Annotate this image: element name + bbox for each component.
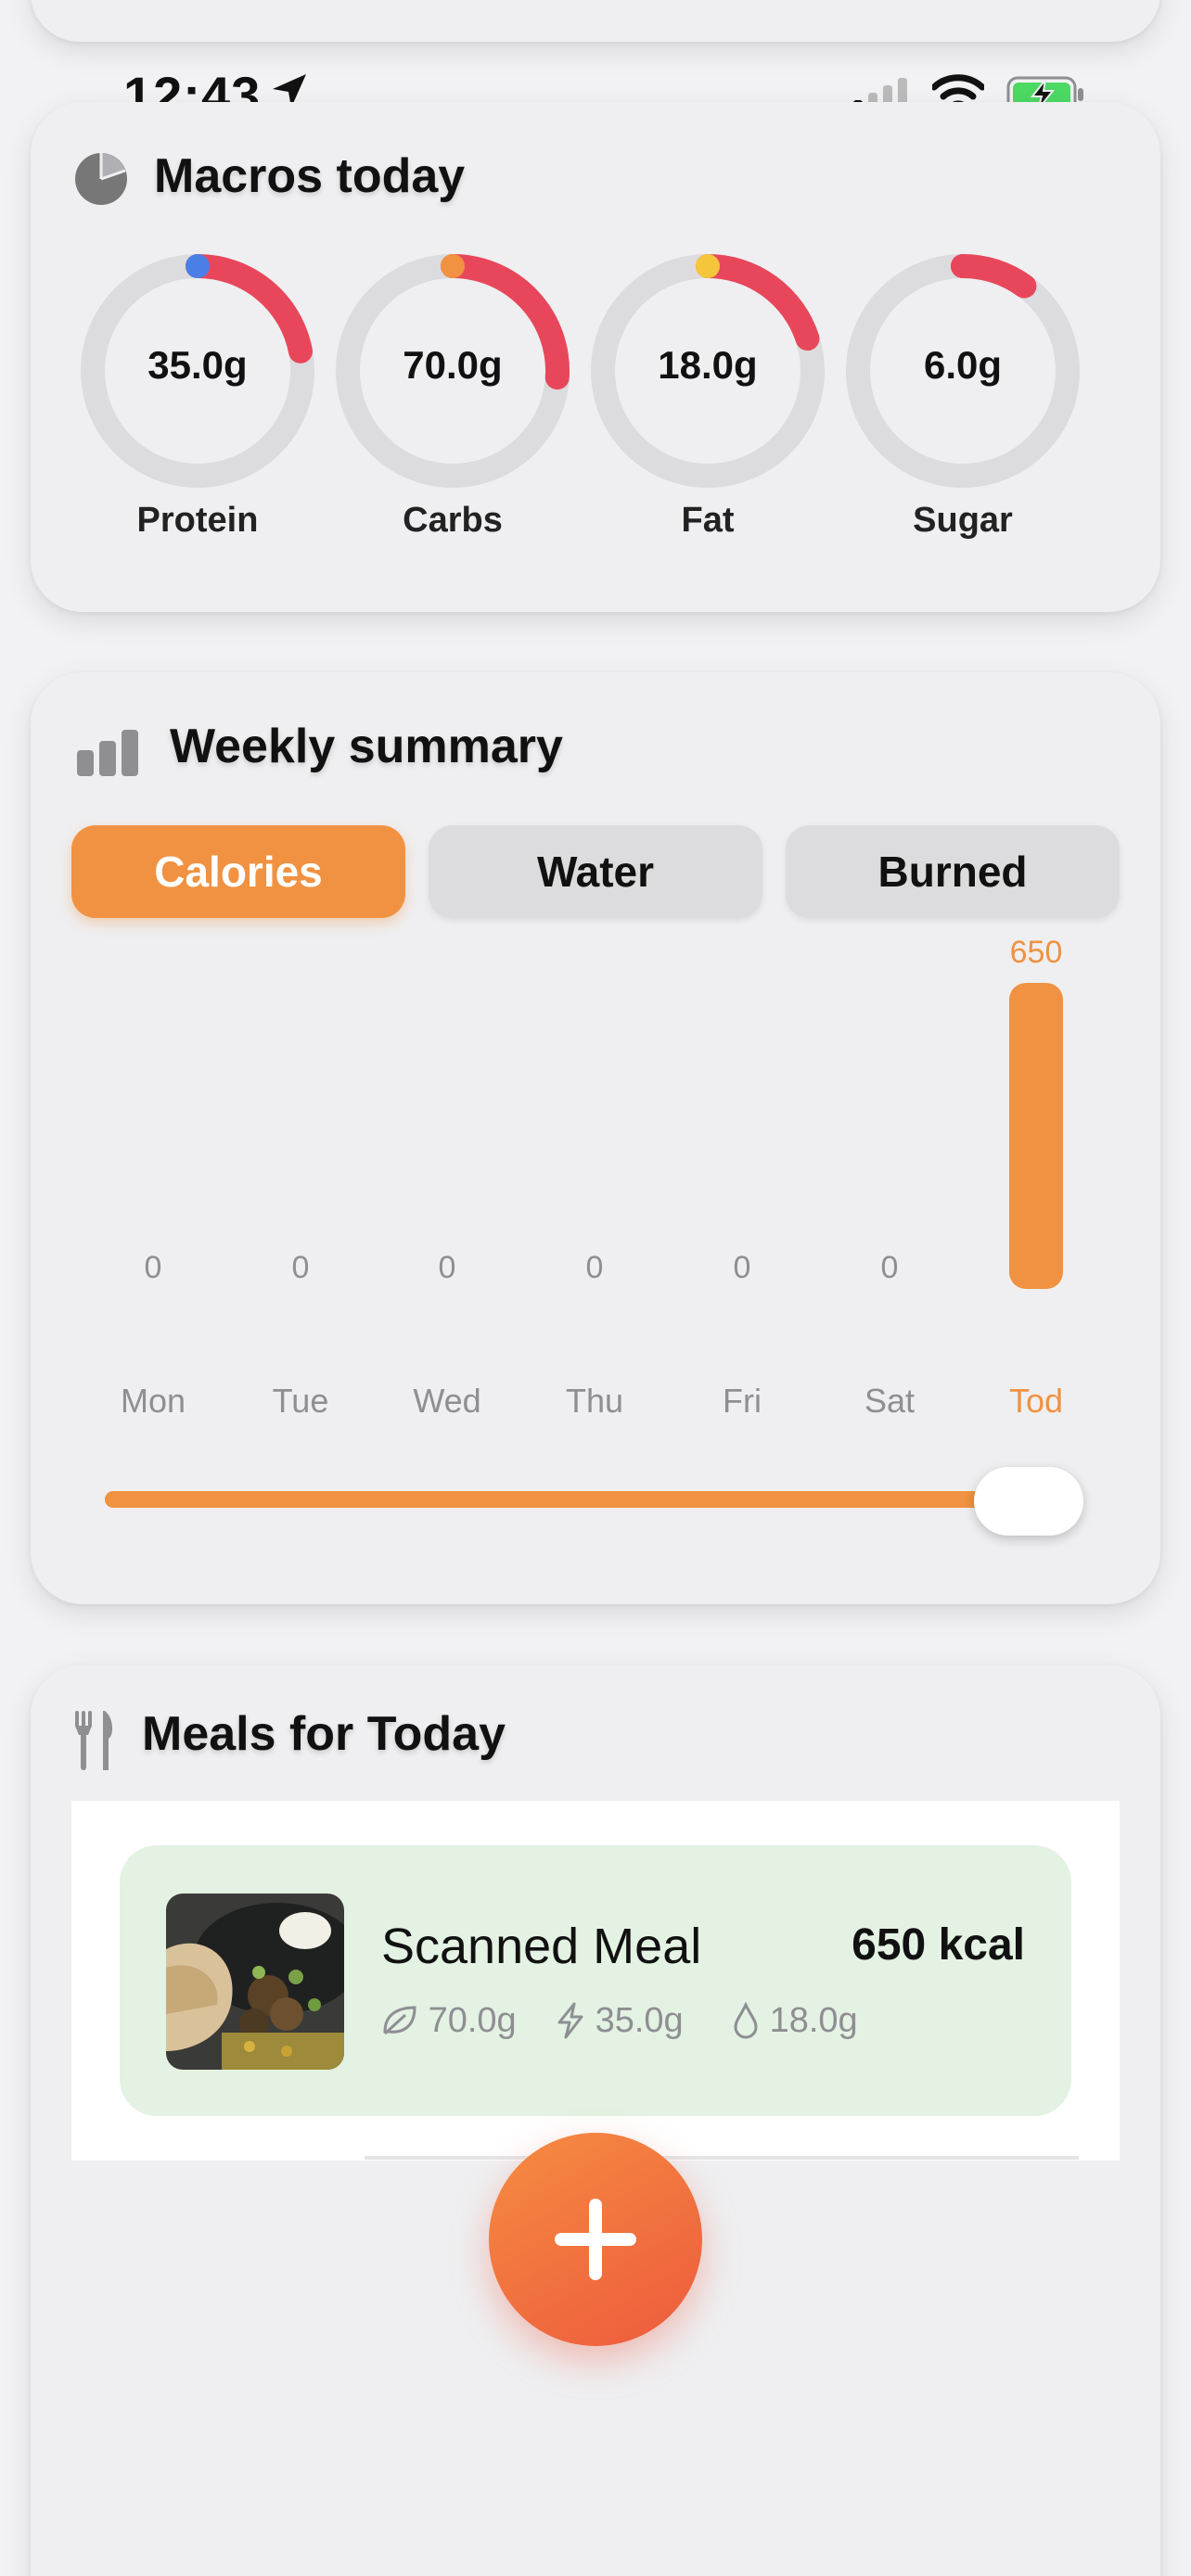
sugar-value: 6.0g	[923, 343, 1003, 387]
meal-fat-value: 18.0g	[769, 2001, 858, 2040]
fat-value: 18.0g	[658, 343, 758, 387]
protein-value: 35.0g	[147, 343, 248, 387]
meal-protein: 35.0g	[556, 2001, 684, 2041]
tab-burned[interactable]: Burned	[786, 825, 1120, 918]
carbs-value: 70.0g	[403, 343, 503, 387]
value-label-sat: 0	[881, 1250, 899, 1285]
add-meal-button[interactable]	[489, 2133, 702, 2346]
weekly-summary-card: Weekly summary Calories Water Burned 000…	[31, 672, 1160, 1604]
ring-start-cap	[441, 254, 465, 278]
value-label-tod: 650	[1010, 935, 1063, 970]
meal-carbs-value: 70.0g	[428, 2001, 517, 2040]
meal-divider	[365, 2156, 1079, 2160]
weekly-bar-chart: 0 0 0 0 0 0 650	[145, 935, 1063, 1289]
week-slider-track[interactable]	[105, 1491, 1032, 1508]
ring-start-cap	[186, 254, 210, 278]
day-label-today: Tod	[1008, 1382, 1064, 1420]
tab-water[interactable]: Water	[429, 825, 762, 918]
tab-calories[interactable]: Calories	[71, 825, 405, 918]
sugar-ring: 6.0g	[842, 250, 1083, 491]
day-label-tue: Tue	[272, 1382, 329, 1420]
meal-calories: 650 kcal	[852, 1920, 1025, 1970]
fat-label: Fat	[681, 501, 735, 540]
meal-fat: 18.0g	[732, 2001, 858, 2041]
value-label-tue: 0	[292, 1250, 310, 1285]
day-label-fri: Fri	[723, 1382, 762, 1420]
meal-carbs: 70.0g	[381, 2001, 517, 2041]
carbs-ring: 70.0g	[332, 250, 573, 491]
ring-progress-arc	[186, 254, 313, 363]
day-label-mon: Mon	[120, 1382, 186, 1420]
meals-title: Meals for Today	[142, 1707, 506, 1761]
pie-chart-icon	[72, 150, 130, 212]
meal-item[interactable]: Scanned Meal 650 kcal 70.0g 35.0g 18.0g	[120, 1845, 1071, 2116]
protein-ring: 35.0g	[77, 250, 318, 491]
meal-name: Scanned Meal	[381, 1919, 702, 1974]
ring-progress-arc	[696, 254, 820, 351]
bar-chart-icon	[77, 730, 144, 781]
protein-label: Protein	[136, 501, 259, 540]
carbs-label: Carbs	[403, 501, 503, 540]
bar-tod	[1009, 983, 1063, 1289]
macros-title: Macros today	[154, 149, 466, 203]
fork-knife-icon	[75, 1711, 116, 1775]
leaf-icon	[381, 2001, 429, 2040]
previous-card	[31, 0, 1160, 42]
meal-list: Scanned Meal 650 kcal 70.0g 35.0g 18.0g	[71, 1801, 1120, 2161]
macros-card: Macros today 35.0g Protein 70.0g Carbs 1…	[31, 102, 1160, 612]
ring-start-cap	[696, 254, 720, 278]
meal-protein-value: 35.0g	[595, 2001, 684, 2040]
value-label-mon: 0	[145, 1250, 162, 1285]
meals-card: Meals for Today Scanned Meal 650 kcal 70…	[31, 1664, 1160, 2576]
ring-start-cap	[951, 254, 975, 278]
day-label-thu: Thu	[565, 1382, 624, 1420]
bolt-icon	[556, 2001, 596, 2040]
week-slider-thumb[interactable]	[974, 1467, 1083, 1536]
drop-icon	[732, 2001, 770, 2040]
value-label-thu: 0	[586, 1250, 604, 1285]
day-label-sat: Sat	[864, 1382, 916, 1420]
fat-ring: 18.0g	[587, 250, 828, 491]
sugar-label: Sugar	[913, 501, 1013, 540]
meal-photo	[166, 1894, 344, 2070]
value-label-wed: 0	[439, 1250, 456, 1285]
weekly-title: Weekly summary	[170, 720, 563, 773]
day-label-wed: Wed	[413, 1382, 481, 1420]
value-label-fri: 0	[734, 1250, 751, 1285]
